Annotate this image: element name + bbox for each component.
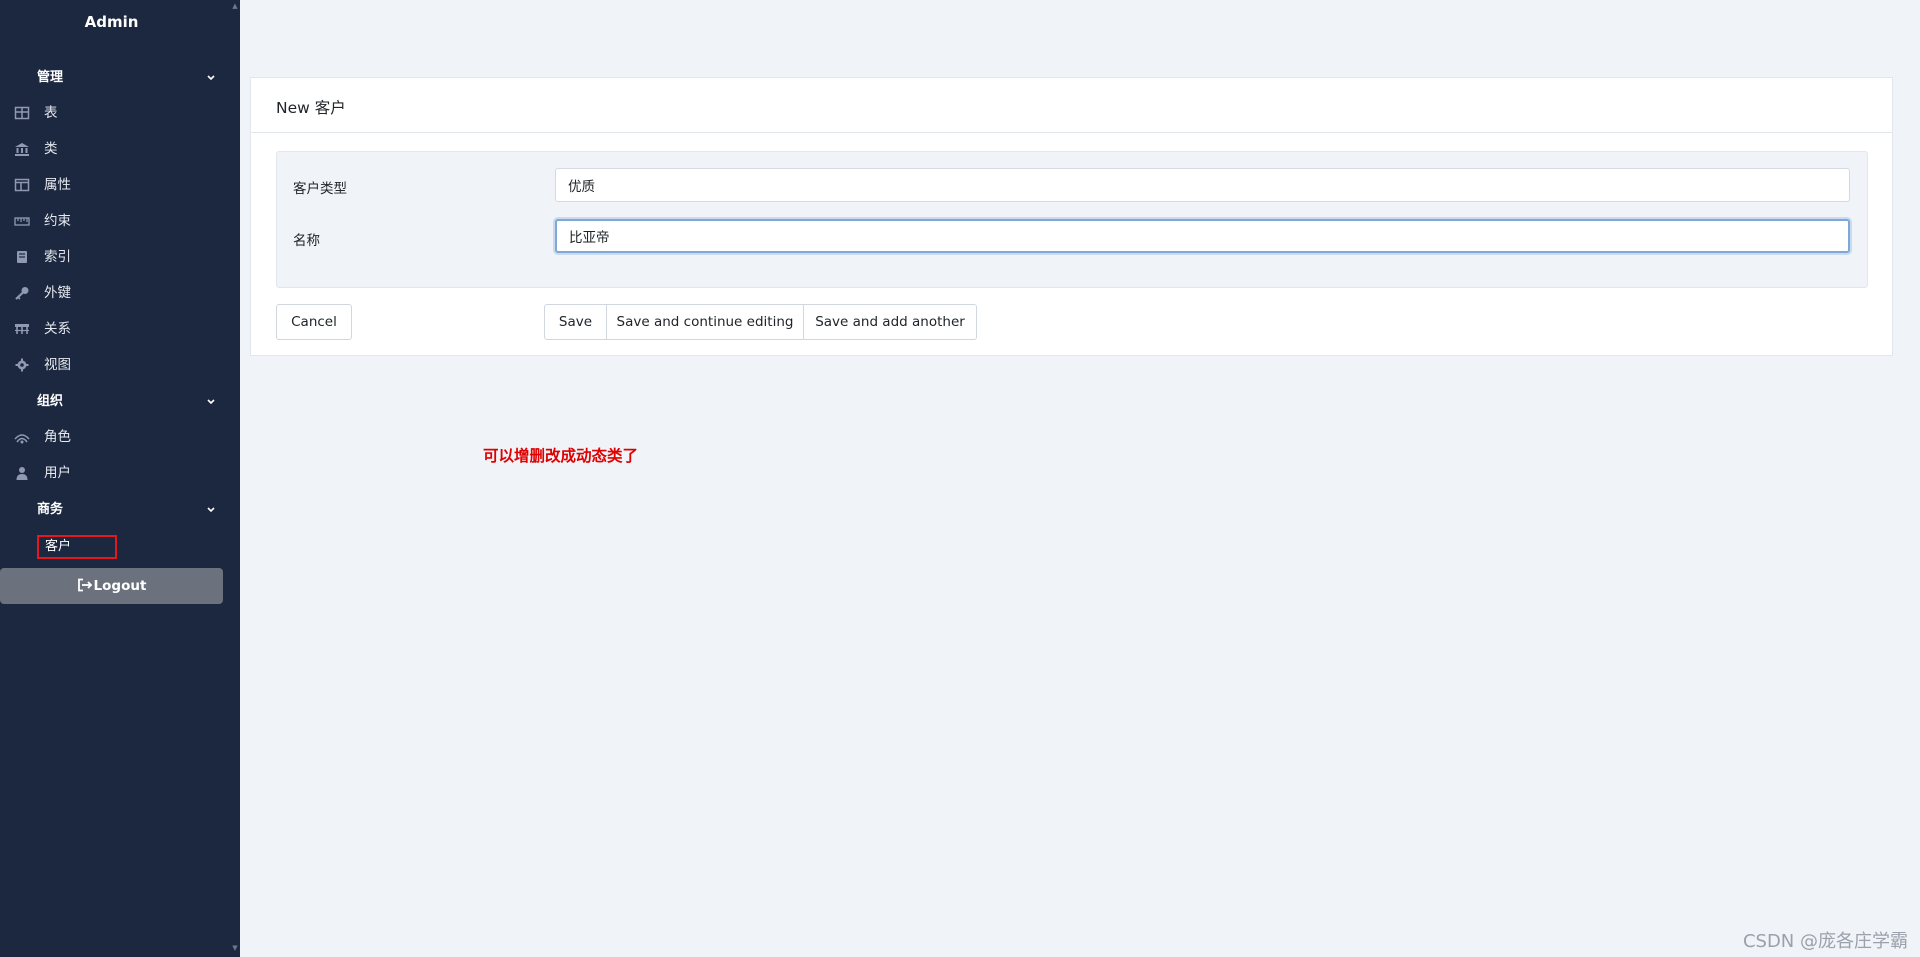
sidebar-item-label: 表 [44, 105, 58, 121]
sidebar-item-relations[interactable]: 关系 [14, 318, 214, 340]
logout-button[interactable]: Logout [0, 568, 223, 604]
sidebar-item-views[interactable]: 视图 [14, 354, 214, 376]
key-icon [15, 287, 29, 300]
sidebar-item-indexes[interactable]: 索引 [14, 246, 214, 268]
scroll-down-arrow-icon[interactable]: ▼ [230, 944, 240, 954]
sidebar-item-classes[interactable]: 类 [14, 138, 214, 160]
app-title: Admin [84, 13, 139, 31]
page-title: New 客户 [276, 99, 346, 117]
card-header: New 客户 [251, 78, 1892, 133]
sidebar-section-business[interactable]: 商务 [37, 500, 217, 520]
name-label: 名称 [293, 233, 320, 249]
save-and-add-another-button[interactable]: Save and add another [803, 304, 977, 340]
sidebar-item-label: 索引 [44, 249, 71, 265]
ruler-icon [14, 217, 30, 226]
relation-icon [15, 324, 29, 334]
logout-label: Logout [93, 578, 147, 594]
name-input[interactable] [555, 219, 1850, 253]
logout-icon [77, 578, 92, 591]
watermark: CSDN @庞各庄学霸 [1742, 931, 1908, 952]
save-button[interactable]: Save [544, 304, 607, 340]
form-panel: 客户类型 名称 [276, 151, 1868, 288]
sidebar-section-organization[interactable]: 组织 [37, 392, 217, 412]
cancel-button[interactable]: Cancel [276, 304, 352, 340]
sidebar-item-label: 类 [44, 141, 58, 157]
sidebar-section-manage[interactable]: 管理 [37, 68, 217, 88]
sidebar-item-label: 属性 [44, 177, 71, 193]
sidebar-item-label: 用户 [44, 465, 71, 481]
sidebar-item-foreign-keys[interactable]: 外键 [14, 282, 214, 304]
sidebar-item-label: 外键 [44, 285, 71, 301]
sidebar-item-roles[interactable]: 角色 [14, 426, 214, 448]
bank-icon [15, 143, 29, 156]
customer-type-input[interactable] [555, 168, 1850, 202]
scroll-up-arrow-icon[interactable]: ▲ [230, 2, 240, 12]
sidebar-item-label: 客户 [45, 539, 72, 554]
sidebar-section-label: 组织 [37, 394, 64, 409]
sidebar: ▲ ▼ Admin 管理 表 类 属性 约束 索引 外键 关系 视图 组织 角色… [0, 0, 240, 957]
customer-type-label: 客户类型 [293, 181, 347, 197]
sidebar-item-constraints[interactable]: 约束 [14, 210, 214, 232]
columns-icon [14, 178, 30, 192]
sidebar-item-customers[interactable]: 客户 [37, 535, 117, 559]
chevron-down-icon [207, 75, 215, 81]
user-icon [16, 467, 28, 480]
sidebar-item-label: 角色 [44, 429, 71, 445]
sidebar-section-label: 商务 [37, 502, 64, 517]
sidebar-item-tables[interactable]: 表 [14, 102, 214, 124]
book-icon [17, 251, 27, 263]
chevron-down-icon [207, 507, 215, 513]
sidebar-item-label: 视图 [44, 357, 71, 373]
save-and-continue-button[interactable]: Save and continue editing [606, 304, 804, 340]
gear-icon [15, 358, 29, 372]
form-card: New 客户 客户类型 名称 Cancel Save Save and cont… [250, 77, 1893, 356]
sidebar-item-users[interactable]: 用户 [14, 462, 214, 484]
table-icon [14, 106, 30, 120]
role-icon [14, 434, 30, 444]
annotation-text: 可以增删改成动态类了 [483, 447, 639, 465]
sidebar-section-label: 管理 [37, 70, 64, 85]
sidebar-item-label: 关系 [44, 321, 71, 337]
sidebar-item-attributes[interactable]: 属性 [14, 174, 214, 196]
chevron-down-icon [207, 399, 215, 405]
sidebar-item-label: 约束 [44, 213, 71, 229]
